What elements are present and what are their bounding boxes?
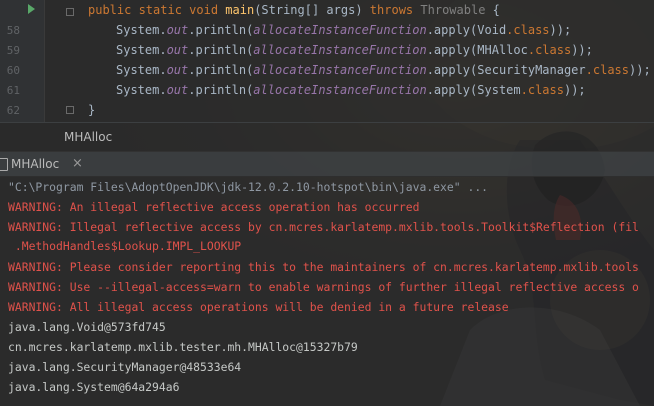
console-output-line: cn.mcres.karlatemp.mxlib.tester.mh.MHAll… <box>8 340 358 354</box>
console-warning-line: WARNING: All illegal access operations w… <box>8 300 509 314</box>
breadcrumb: MHAlloc <box>0 122 654 151</box>
run-config-icon <box>0 158 8 171</box>
line-number: 60 <box>6 64 20 77</box>
code-line-closing-brace: } <box>88 103 96 117</box>
code-line-print-mhalloc: System.out.println(allocateInstanceFunct… <box>116 43 593 57</box>
fold-icon[interactable] <box>66 8 74 16</box>
line-number: 59 <box>6 44 20 57</box>
console-output-line: java.lang.System@64a294a6 <box>8 380 180 394</box>
close-icon[interactable]: × <box>72 156 83 171</box>
console-output-line: java.lang.Void@573fd745 <box>8 320 166 334</box>
line-number: 58 <box>6 24 20 37</box>
line-number: 61 <box>6 84 20 97</box>
console-output-line: java.lang.SecurityManager@48533e64 <box>8 360 242 374</box>
breadcrumb-class-item[interactable]: MHAlloc <box>64 130 112 144</box>
line-number: 62 <box>6 104 20 117</box>
run-tab-mhalloc[interactable]: MHAlloc × <box>0 152 83 176</box>
console-warning-line: WARNING: Please consider reporting this … <box>8 260 639 274</box>
code-line-print-system: System.out.println(allocateInstanceFunct… <box>116 83 586 97</box>
code-line-signature: public static void main(String[] args) t… <box>88 3 500 17</box>
console-command-line: "C:\Program Files\AdoptOpenJDK\jdk-12.0.… <box>8 180 489 194</box>
console-warning-line: WARNING: Illegal reflective access by cn… <box>8 220 639 234</box>
console-warning-line: .MethodHandles$Lookup.IMPL_LOOKUP <box>8 239 242 253</box>
code-line-print-void: System.out.println(allocateInstanceFunct… <box>116 23 572 37</box>
fold-icon[interactable] <box>66 106 74 114</box>
console-warning-line: WARNING: An illegal reflective access op… <box>8 200 420 214</box>
console-warning-line: WARNING: Use --illegal-access=warn to en… <box>8 280 639 294</box>
run-toolwindow-header: MHAlloc × <box>0 151 654 177</box>
run-console[interactable]: "C:\Program Files\AdoptOpenJDK\jdk-12.0.… <box>0 176 654 406</box>
editor-gutter: 58 59 60 61 62 <box>0 0 45 122</box>
code-line-print-securitymanager: System.out.println(allocateInstanceFunct… <box>116 63 651 77</box>
code-editor[interactable]: 58 59 60 61 62 public static void main(S… <box>0 0 654 122</box>
run-gutter-icon[interactable] <box>28 4 35 14</box>
run-tab-label: MHAlloc <box>11 157 60 171</box>
